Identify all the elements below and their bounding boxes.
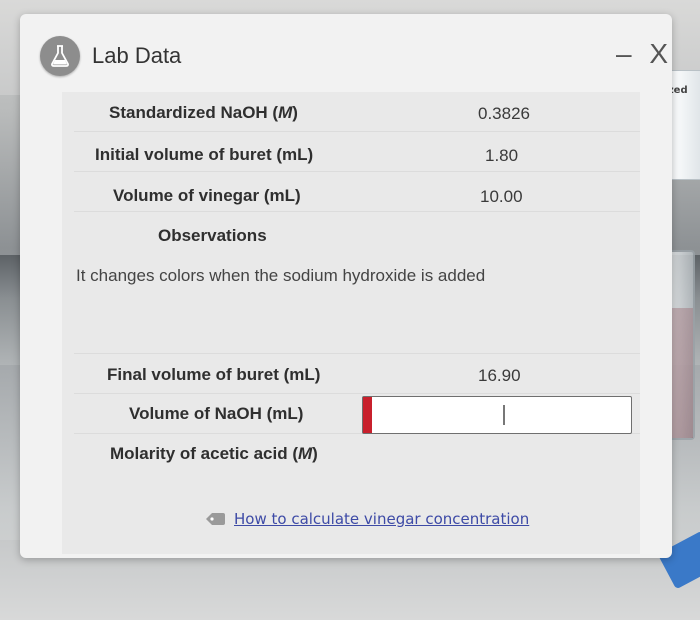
label-initial-buret: Initial volume of buret (mL): [95, 145, 314, 164]
help-link-text[interactable]: How to calculate vinegar concentration: [234, 510, 529, 528]
close-button[interactable]: X: [649, 38, 670, 70]
value-vinegar-volume: 10.00: [480, 187, 523, 206]
label-final-buret: Final volume of buret (mL): [107, 365, 321, 384]
row-final-buret: [74, 314, 640, 354]
observations-text: It changes colors when the sodium hydrox…: [76, 266, 486, 285]
value-initial-buret: 1.80: [485, 146, 519, 165]
label-molarity-acetic: Molarity of acetic acid (M): [110, 444, 318, 464]
naoh-volume-input[interactable]: [362, 396, 632, 434]
label-standardized-naoh-end: ): [292, 103, 298, 122]
label-standardized-naoh-unit: M: [278, 103, 293, 122]
label-molarity-text: Molarity of acetic acid (: [110, 444, 298, 463]
value-standardized-naoh: 0.3826: [478, 104, 530, 123]
flask-icon: [40, 36, 80, 76]
label-standardized-naoh: Standardized NaOH (M): [109, 103, 298, 123]
label-standardized-naoh-text: Standardized NaOH (: [109, 103, 279, 122]
input-error-indicator: [363, 397, 372, 433]
label-naoh-volume: Volume of NaOH (mL): [129, 404, 304, 423]
flask-icon-glyph: [51, 45, 69, 67]
dialog-title: Lab Data: [92, 43, 182, 68]
label-molarity-end: ): [312, 444, 318, 463]
tag-icon: [206, 513, 225, 525]
label-vinegar-volume: Volume of vinegar (mL): [113, 186, 301, 205]
text-caret: [503, 405, 505, 425]
window-controls: – X: [616, 38, 670, 70]
value-final-buret: 16.90: [478, 366, 521, 385]
minimize-button[interactable]: –: [616, 38, 634, 70]
help-link[interactable]: How to calculate vinegar concentration: [204, 510, 529, 528]
label-observations: Observations: [158, 226, 267, 245]
label-molarity-unit: M: [298, 444, 313, 463]
